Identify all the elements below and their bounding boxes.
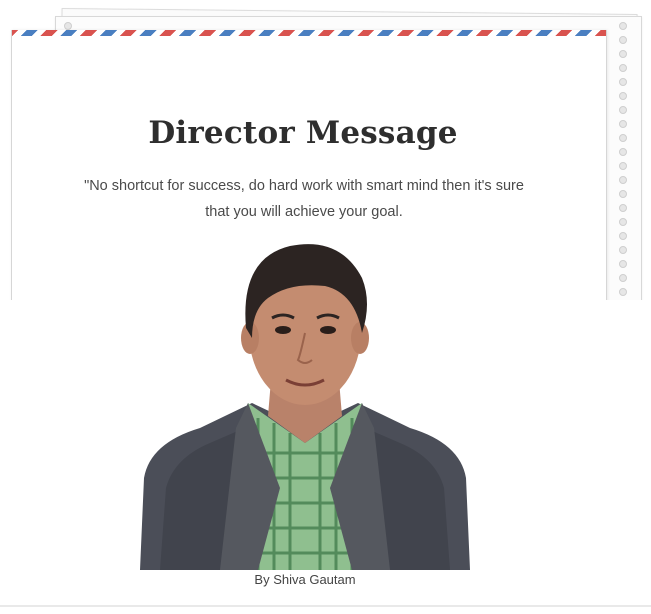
punched-holes-strip	[616, 22, 630, 302]
punch-hole-icon	[619, 134, 627, 142]
director-portrait	[140, 244, 470, 570]
page-title: Director Message	[148, 114, 458, 151]
punch-hole-icon	[619, 162, 627, 170]
punch-hole-icon	[619, 148, 627, 156]
portrait-caption: By Shiva Gautam	[254, 572, 356, 587]
punch-hole-icon	[619, 274, 627, 282]
punch-hole-icon	[619, 92, 627, 100]
punch-hole-icon	[619, 176, 627, 184]
punch-hole-icon	[619, 22, 627, 30]
punch-hole-icon	[619, 246, 627, 254]
punch-hole-icon	[619, 232, 627, 240]
airmail-border-stripe	[12, 30, 606, 36]
punch-hole-icon	[619, 288, 627, 296]
director-message-section: Director Message "No shortcut for succes…	[0, 0, 651, 614]
punch-hole-icon	[619, 36, 627, 44]
punch-hole-icon	[619, 260, 627, 268]
punch-hole-icon	[619, 204, 627, 212]
punch-hole-icon	[619, 106, 627, 114]
punch-hole-icon	[619, 218, 627, 226]
bottom-divider	[0, 605, 651, 607]
punch-hole-icon	[619, 78, 627, 86]
punch-hole-icon	[619, 50, 627, 58]
director-quote: "No shortcut for success, do hard work w…	[84, 177, 524, 220]
punch-hole-icon	[619, 190, 627, 198]
punch-hole-icon	[64, 22, 72, 30]
punch-hole-icon	[619, 64, 627, 72]
punch-hole-icon	[619, 120, 627, 128]
